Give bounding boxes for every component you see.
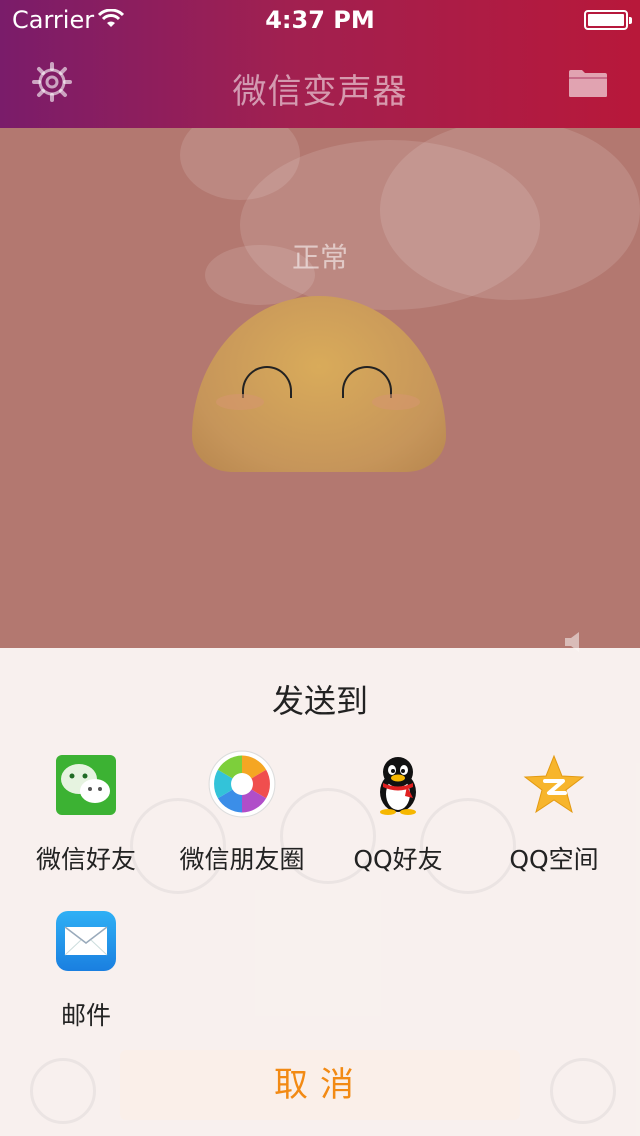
cancel-button[interactable]: 取消: [120, 1050, 520, 1120]
voice-mode-label: 正常: [291, 241, 348, 274]
background-button-ghost: [550, 1058, 616, 1124]
top-bar: Carrier 4:37 PM 微信变声器: [0, 0, 640, 128]
wechat-icon: [56, 755, 116, 815]
share-label-qq-friend: QQ好友: [353, 845, 443, 874]
mail-icon: [56, 911, 116, 971]
mascot-character: [192, 296, 446, 472]
mascot-eye-right: [342, 366, 392, 398]
share-label-wechat-friend: 微信好友: [35, 845, 136, 874]
app-screen: 正常 Carrier 4:37 PM 微信变声器 发送到 微信好友 微信朋友圈 …: [0, 0, 640, 1136]
qq-icon: [380, 757, 416, 815]
battery-icon: [584, 10, 632, 30]
mascot-cheek-left: [216, 394, 264, 410]
share-label-wechat-moments: 微信朋友圈: [179, 845, 305, 874]
status-bar: Carrier 4:37 PM: [0, 0, 640, 40]
share-wechat-friend[interactable]: 微信好友: [8, 754, 164, 874]
mascot-eye-left: [242, 366, 292, 398]
qzone-icon: [523, 754, 585, 814]
share-mail[interactable]: 邮件: [8, 910, 164, 1030]
share-label-qzone: QQ空间: [509, 845, 599, 874]
share-sheet-title: 发送到: [271, 682, 368, 720]
share-wechat-moments[interactable]: 微信朋友圈: [164, 750, 320, 874]
status-time: 4:37 PM: [265, 6, 375, 34]
navigation-bar: 微信变声器: [0, 40, 640, 128]
folder-icon[interactable]: [568, 68, 608, 98]
mascot-cheek-right: [372, 394, 420, 410]
page-title: 微信变声器: [232, 72, 408, 112]
wechat-moments-icon: [208, 750, 276, 818]
share-label-mail: 邮件: [60, 1001, 111, 1030]
share-qzone[interactable]: QQ空间: [476, 754, 632, 874]
share-qq-friend[interactable]: QQ好友: [320, 754, 476, 874]
background-button-ghost: [30, 1058, 96, 1124]
